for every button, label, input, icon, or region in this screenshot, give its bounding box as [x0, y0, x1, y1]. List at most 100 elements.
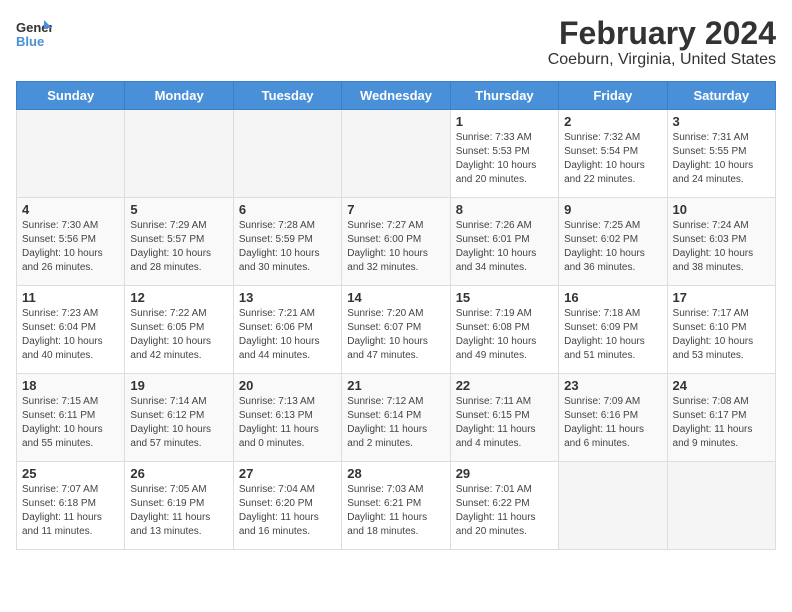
day-number: 12	[130, 290, 227, 305]
day-header-monday: Monday	[125, 82, 233, 110]
day-info: Sunrise: 7:30 AM Sunset: 5:56 PM Dayligh…	[22, 219, 119, 275]
day-info: Sunrise: 7:29 AM Sunset: 5:57 PM Dayligh…	[130, 219, 227, 275]
calendar-week-1: 1 Sunrise: 7:33 AM Sunset: 5:53 PM Daylig…	[17, 110, 776, 198]
day-info: Sunrise: 7:28 AM Sunset: 5:59 PM Dayligh…	[239, 219, 336, 275]
day-number: 21	[347, 378, 444, 393]
page-subtitle: Coeburn, Virginia, United States	[548, 51, 776, 69]
day-number: 28	[347, 466, 444, 481]
day-number: 10	[673, 202, 770, 217]
calendar-cell: 7 Sunrise: 7:27 AM Sunset: 6:00 PM Daylig…	[342, 198, 450, 286]
day-info: Sunrise: 7:01 AM Sunset: 6:22 PM Dayligh…	[456, 483, 553, 539]
day-info: Sunrise: 7:21 AM Sunset: 6:06 PM Dayligh…	[239, 307, 336, 363]
calendar-cell: 29 Sunrise: 7:01 AM Sunset: 6:22 PM Dayli…	[450, 462, 558, 550]
calendar-cell: 11 Sunrise: 7:23 AM Sunset: 6:04 PM Dayli…	[17, 286, 125, 374]
page-header: General Blue February 2024 Coeburn, Virg…	[16, 16, 776, 69]
day-info: Sunrise: 7:25 AM Sunset: 6:02 PM Dayligh…	[564, 219, 661, 275]
calendar-cell: 3 Sunrise: 7:31 AM Sunset: 5:55 PM Daylig…	[667, 110, 775, 198]
day-number: 8	[456, 202, 553, 217]
day-header-sunday: Sunday	[17, 82, 125, 110]
day-number: 29	[456, 466, 553, 481]
day-info: Sunrise: 7:33 AM Sunset: 5:53 PM Dayligh…	[456, 131, 553, 187]
day-info: Sunrise: 7:17 AM Sunset: 6:10 PM Dayligh…	[673, 307, 770, 363]
day-number: 6	[239, 202, 336, 217]
day-info: Sunrise: 7:09 AM Sunset: 6:16 PM Dayligh…	[564, 395, 661, 451]
day-header-tuesday: Tuesday	[233, 82, 341, 110]
calendar-cell: 5Sunrise: 7:29 AM Sunset: 5:57 PM Daylig…	[125, 198, 233, 286]
day-info: Sunrise: 7:11 AM Sunset: 6:15 PM Dayligh…	[456, 395, 553, 451]
calendar-cell: 28 Sunrise: 7:03 AM Sunset: 6:21 PM Dayli…	[342, 462, 450, 550]
day-info: Sunrise: 7:08 AM Sunset: 6:17 PM Dayligh…	[673, 395, 770, 451]
calendar-cell: 12 Sunrise: 7:22 AM Sunset: 6:05 PM Dayli…	[125, 286, 233, 374]
day-number: 20	[239, 378, 336, 393]
calendar-cell: 9Sunrise: 7:25 AM Sunset: 6:02 PM Daylig…	[559, 198, 667, 286]
day-header-friday: Friday	[559, 82, 667, 110]
calendar-table: SundayMondayTuesdayWednesdayThursdayFrid…	[16, 81, 776, 550]
day-info: Sunrise: 7:26 AM Sunset: 6:01 PM Dayligh…	[456, 219, 553, 275]
day-number: 24	[673, 378, 770, 393]
day-info: Sunrise: 7:24 AM Sunset: 6:03 PM Dayligh…	[673, 219, 770, 275]
day-number: 18	[22, 378, 119, 393]
day-number: 1	[456, 114, 553, 129]
calendar-week-5: 25Sunrise: 7:07 AM Sunset: 6:18 PM Dayli…	[17, 462, 776, 550]
day-number: 23	[564, 378, 661, 393]
day-number: 4	[22, 202, 119, 217]
day-number: 17	[673, 290, 770, 305]
day-number: 22	[456, 378, 553, 393]
calendar-cell: 26 Sunrise: 7:05 AM Sunset: 6:19 PM Dayli…	[125, 462, 233, 550]
day-number: 13	[239, 290, 336, 305]
calendar-cell: 2 Sunrise: 7:32 AM Sunset: 5:54 PM Daylig…	[559, 110, 667, 198]
day-info: Sunrise: 7:14 AM Sunset: 6:12 PM Dayligh…	[130, 395, 227, 451]
day-info: Sunrise: 7:19 AM Sunset: 6:08 PM Dayligh…	[456, 307, 553, 363]
day-info: Sunrise: 7:13 AM Sunset: 6:13 PM Dayligh…	[239, 395, 336, 451]
day-info: Sunrise: 7:31 AM Sunset: 5:55 PM Dayligh…	[673, 131, 770, 187]
day-header-thursday: Thursday	[450, 82, 558, 110]
day-number: 7	[347, 202, 444, 217]
day-info: Sunrise: 7:05 AM Sunset: 6:19 PM Dayligh…	[130, 483, 227, 539]
calendar-cell: 25Sunrise: 7:07 AM Sunset: 6:18 PM Dayli…	[17, 462, 125, 550]
day-number: 16	[564, 290, 661, 305]
calendar-cell	[17, 110, 125, 198]
calendar-cell: 1 Sunrise: 7:33 AM Sunset: 5:53 PM Daylig…	[450, 110, 558, 198]
calendar-cell: 6 Sunrise: 7:28 AM Sunset: 5:59 PM Daylig…	[233, 198, 341, 286]
calendar-week-2: 4 Sunrise: 7:30 AM Sunset: 5:56 PM Daylig…	[17, 198, 776, 286]
day-header-saturday: Saturday	[667, 82, 775, 110]
day-info: Sunrise: 7:27 AM Sunset: 6:00 PM Dayligh…	[347, 219, 444, 275]
day-number: 27	[239, 466, 336, 481]
calendar-cell	[559, 462, 667, 550]
title-block: February 2024 Coeburn, Virginia, United …	[548, 16, 776, 69]
calendar-cell: 27 Sunrise: 7:04 AM Sunset: 6:20 PM Dayli…	[233, 462, 341, 550]
calendar-cell	[342, 110, 450, 198]
calendar-cell: 21Sunrise: 7:12 AM Sunset: 6:14 PM Dayli…	[342, 374, 450, 462]
calendar-cell: 23 Sunrise: 7:09 AM Sunset: 6:16 PM Dayli…	[559, 374, 667, 462]
calendar-cell: 24 Sunrise: 7:08 AM Sunset: 6:17 PM Dayli…	[667, 374, 775, 462]
day-info: Sunrise: 7:20 AM Sunset: 6:07 PM Dayligh…	[347, 307, 444, 363]
calendar-cell: 10 Sunrise: 7:24 AM Sunset: 6:03 PM Dayli…	[667, 198, 775, 286]
calendar-cell: 8 Sunrise: 7:26 AM Sunset: 6:01 PM Daylig…	[450, 198, 558, 286]
day-info: Sunrise: 7:04 AM Sunset: 6:20 PM Dayligh…	[239, 483, 336, 539]
calendar-cell	[667, 462, 775, 550]
day-number: 2	[564, 114, 661, 129]
page-title: February 2024	[548, 16, 776, 51]
calendar-cell: 15 Sunrise: 7:19 AM Sunset: 6:08 PM Dayli…	[450, 286, 558, 374]
calendar-cell: 19Sunrise: 7:14 AM Sunset: 6:12 PM Dayli…	[125, 374, 233, 462]
calendar-cell: 4 Sunrise: 7:30 AM Sunset: 5:56 PM Daylig…	[17, 198, 125, 286]
day-number: 11	[22, 290, 119, 305]
day-info: Sunrise: 7:22 AM Sunset: 6:05 PM Dayligh…	[130, 307, 227, 363]
calendar-cell: 14 Sunrise: 7:20 AM Sunset: 6:07 PM Dayli…	[342, 286, 450, 374]
calendar-header-row: SundayMondayTuesdayWednesdayThursdayFrid…	[17, 82, 776, 110]
calendar-week-4: 18 Sunrise: 7:15 AM Sunset: 6:11 PM Dayli…	[17, 374, 776, 462]
day-number: 3	[673, 114, 770, 129]
day-info: Sunrise: 7:32 AM Sunset: 5:54 PM Dayligh…	[564, 131, 661, 187]
day-number: 15	[456, 290, 553, 305]
day-info: Sunrise: 7:15 AM Sunset: 6:11 PM Dayligh…	[22, 395, 119, 451]
day-info: Sunrise: 7:07 AM Sunset: 6:18 PM Dayligh…	[22, 483, 119, 539]
calendar-cell: 20 Sunrise: 7:13 AM Sunset: 6:13 PM Dayli…	[233, 374, 341, 462]
calendar-cell: 16Sunrise: 7:18 AM Sunset: 6:09 PM Dayli…	[559, 286, 667, 374]
calendar-cell: 17 Sunrise: 7:17 AM Sunset: 6:10 PM Dayli…	[667, 286, 775, 374]
day-info: Sunrise: 7:03 AM Sunset: 6:21 PM Dayligh…	[347, 483, 444, 539]
day-info: Sunrise: 7:23 AM Sunset: 6:04 PM Dayligh…	[22, 307, 119, 363]
day-number: 26	[130, 466, 227, 481]
calendar-cell: 22 Sunrise: 7:11 AM Sunset: 6:15 PM Dayli…	[450, 374, 558, 462]
calendar-cell: 13 Sunrise: 7:21 AM Sunset: 6:06 PM Dayli…	[233, 286, 341, 374]
day-number: 14	[347, 290, 444, 305]
